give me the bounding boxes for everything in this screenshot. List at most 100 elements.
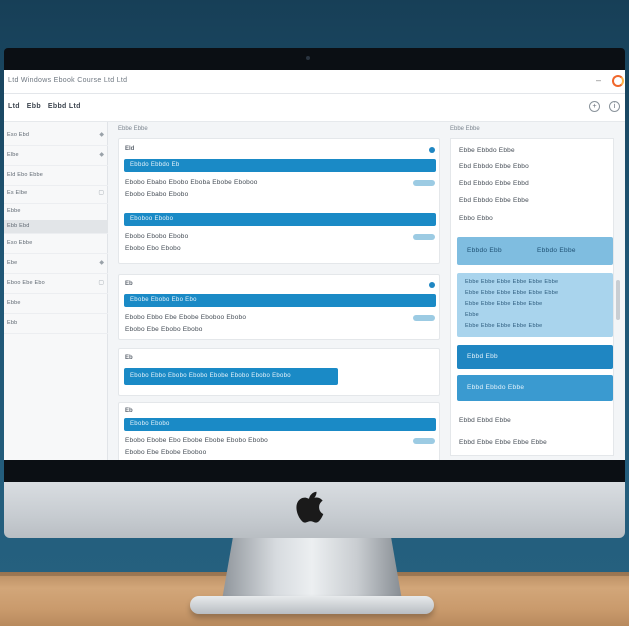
- secondary-action-bar[interactable]: Ebbd Ebbdo Ebbe: [457, 375, 613, 401]
- card-row: Ebobo Ebo Ebobo: [125, 245, 181, 252]
- box-icon: ▢: [98, 280, 104, 286]
- camera-icon: [306, 56, 310, 60]
- card-bar[interactable]: Ebobo Ebbo Ebobo Ebobo Ebobe Ebobo Ebobo…: [124, 368, 338, 385]
- right-row: Ebd Ebbdo Ebbe Ebbe: [459, 197, 529, 204]
- status-dot-icon: [429, 282, 435, 288]
- sidebar-item-label: Eso Ebbe: [7, 240, 33, 246]
- window-titlebar: Ltd Windows Ebook Course Ltd Ltd –: [4, 70, 625, 94]
- sidebar-item[interactable]: Ebe ◆: [4, 254, 108, 274]
- info-list-item: Ebbe Ebbe Ebbe Ebbe Ebbe Ebbe: [465, 279, 559, 285]
- sidebar-item-label: Ebbe: [7, 300, 21, 306]
- info-list-item: Ebbe Ebbe Ebbe Ebbe Ebbe Ebbe: [465, 290, 559, 296]
- secondary-action-label: Ebbd Ebbdo Ebbe: [467, 384, 525, 391]
- sidebar-item-label: Ebb: [7, 320, 18, 326]
- menu-item-2[interactable]: Ebb: [27, 103, 41, 110]
- toggle-pill[interactable]: [413, 438, 435, 444]
- action-box-right-label: Ebbdo Ebbe: [537, 247, 576, 254]
- sidebar-item-label: Ebe: [7, 260, 18, 266]
- card-row: Ebobo Ebabo Ebobo: [125, 191, 189, 198]
- card-number: Eld: [125, 146, 135, 152]
- right-footer-row: Ebbd Ebbd Ebbe: [459, 417, 511, 424]
- card-bar-label: Ebobe Ebobo Ebo Ebo: [130, 297, 197, 303]
- card-bar[interactable]: Eboboo Ebobo: [124, 213, 436, 226]
- card-bar[interactable]: Ebobo Ebobo: [124, 418, 436, 431]
- add-icon[interactable]: +: [589, 101, 600, 112]
- right-row: Ebbe Ebbdo Ebbe: [459, 147, 515, 154]
- primary-action-label: Ebbd Ebb: [467, 353, 498, 360]
- window-title: Ltd Windows Ebook Course Ltd Ltd: [8, 77, 128, 84]
- sidebar-item[interactable]: Eld Ebo Ebbe: [4, 166, 108, 186]
- card-row: Ebobo Ebe Ebobo Ebobo: [125, 326, 203, 333]
- card-bar[interactable]: Ebbdo Ebbdo Eb: [124, 159, 436, 172]
- card-number: Eb: [125, 355, 133, 361]
- info-list-item: Ebbe Ebbe Ebbe Ebbe Ebbe: [465, 301, 543, 307]
- sidebar-item[interactable]: Es Elbe ▢: [4, 184, 108, 204]
- scene: Ltd Windows Ebook Course Ltd Ltd – Ltd E…: [0, 0, 629, 626]
- monitor-stand-neck: [222, 538, 402, 600]
- right-panel: Ebbe Ebbdo Ebbe Ebd Ebbdo Ebbe Ebbo Ebd …: [450, 138, 614, 456]
- content-card: Eld Ebbdo Ebbdo Eb Ebobo Ebabo Ebobo Ebo…: [118, 138, 440, 264]
- toggle-pill[interactable]: [413, 315, 435, 321]
- sidebar-item[interactable]: Ebbe: [4, 202, 108, 222]
- menu-bar: Ltd Ebb Ebbd Ltd: [8, 103, 81, 110]
- content-card: Eb Ebobo Ebbo Ebobo Ebobo Ebobe Ebobo Eb…: [118, 348, 440, 396]
- chevron-icon: ◆: [99, 260, 104, 266]
- sidebar-item-selected[interactable]: Ebb Ebd: [4, 220, 108, 234]
- sidebar-item[interactable]: Ebb: [4, 314, 108, 334]
- sidebar-item-label: Ebb Ebd: [7, 223, 30, 229]
- sidebar-item-label: Es Elbe: [7, 190, 28, 196]
- right-panel-header: Ebbe Ebbe: [450, 126, 480, 132]
- main-header: Ebbe Ebbe: [118, 126, 148, 132]
- content-card: Eb Ebobe Ebobo Ebo Ebo Ebobo Ebbo Ebe Eb…: [118, 274, 440, 340]
- card-row: Ebobo Ebobe Ebo Ebobe Ebobe Ebobo Ebobo: [125, 437, 268, 444]
- toggle-pill[interactable]: [413, 234, 435, 240]
- minimize-button[interactable]: –: [596, 75, 601, 85]
- sidebar-item[interactable]: Eboo Ebe Ebo ▢: [4, 274, 108, 294]
- right-row: Ebd Ebbdo Ebbe Ebbd: [459, 180, 529, 187]
- info-list-item: Ebbe Ebbe Ebbe Ebbe Ebbe: [465, 323, 543, 329]
- action-box-left-label: Ebbdo Ebb: [467, 247, 502, 254]
- sidebar-item[interactable]: Eso Ebbe: [4, 234, 108, 254]
- card-bar-label: Ebobo Ebobo: [130, 421, 170, 427]
- card-bar-label: Eboboo Ebobo: [130, 216, 174, 222]
- sidebar-item[interactable]: Ebbe: [4, 294, 108, 314]
- info-list-item: Ebbe: [465, 312, 480, 318]
- card-bar-label: Ebbdo Ebbdo Eb: [130, 162, 180, 168]
- sidebar-item-label: Eld Ebo Ebbe: [7, 172, 44, 178]
- primary-action-bar[interactable]: Ebbd Ebb: [457, 345, 613, 369]
- menu-item-3[interactable]: Ebbd Ltd: [48, 103, 81, 110]
- status-dot-icon: [429, 147, 435, 153]
- card-row: Ebobo Ebobo Ebobo: [125, 233, 189, 240]
- info-list-box: Ebbe Ebbe Ebbe Ebbe Ebbe Ebbe Ebbe Ebbe …: [457, 273, 613, 337]
- content-card: Eb Ebobo Ebobo Ebobo Ebobe Ebo Ebobe Ebo…: [118, 402, 440, 460]
- box-icon: ▢: [98, 190, 104, 196]
- sidebar-item-label: Ebbe: [7, 208, 21, 214]
- info-icon[interactable]: i: [609, 101, 620, 112]
- card-row: Ebobo Ebabo Ebobo Eboba Ebobe Eboboo: [125, 179, 258, 186]
- card-row: Ebobo Ebe Ebobe Eboboo: [125, 449, 207, 456]
- card-bar[interactable]: Ebobe Ebobo Ebo Ebo: [124, 294, 436, 307]
- sidebar-item-label: Eboo Ebe Ebo: [7, 280, 45, 286]
- right-row: Ebd Ebbdo Ebbe Ebbo: [459, 163, 529, 170]
- right-row: Ebbo Ebbo: [459, 215, 493, 222]
- sidebar-item-label: Elbe: [7, 152, 19, 158]
- sidebar: Eso Ebd ◆ Elbe ◆ Eld Ebo Ebbe Es Elbe ▢ Ebb…: [4, 122, 108, 460]
- monitor-stand-foot: [190, 596, 434, 614]
- card-row: Ebobo Ebbo Ebe Ebobe Eboboo Ebobo: [125, 314, 247, 321]
- sidebar-item-label: Eso Ebd: [7, 132, 30, 138]
- right-footer-row: Ebbd Ebbe Ebbe Ebbe Ebbe: [459, 439, 547, 446]
- chevron-icon: ◆: [99, 152, 104, 158]
- apple-logo-icon: [296, 491, 324, 523]
- card-number: Eb: [125, 281, 133, 287]
- action-box[interactable]: Ebbdo Ebb Ebbdo Ebbe: [457, 237, 613, 265]
- monitor-screen: Ltd Windows Ebook Course Ltd Ltd – Ltd E…: [4, 70, 625, 460]
- menu-item-1[interactable]: Ltd: [8, 103, 20, 110]
- card-number: Eb: [125, 408, 133, 414]
- scrollbar[interactable]: [616, 280, 620, 320]
- chevron-icon: ◆: [99, 132, 104, 138]
- toggle-pill[interactable]: [413, 180, 435, 186]
- sidebar-item[interactable]: Eso Ebd ◆: [4, 126, 108, 146]
- card-bar-label: Ebobo Ebbo Ebobo Ebobo Ebobe Ebobo Ebobo…: [130, 373, 291, 379]
- sidebar-item[interactable]: Elbe ◆: [4, 146, 108, 166]
- browser-logo-icon[interactable]: [612, 75, 624, 87]
